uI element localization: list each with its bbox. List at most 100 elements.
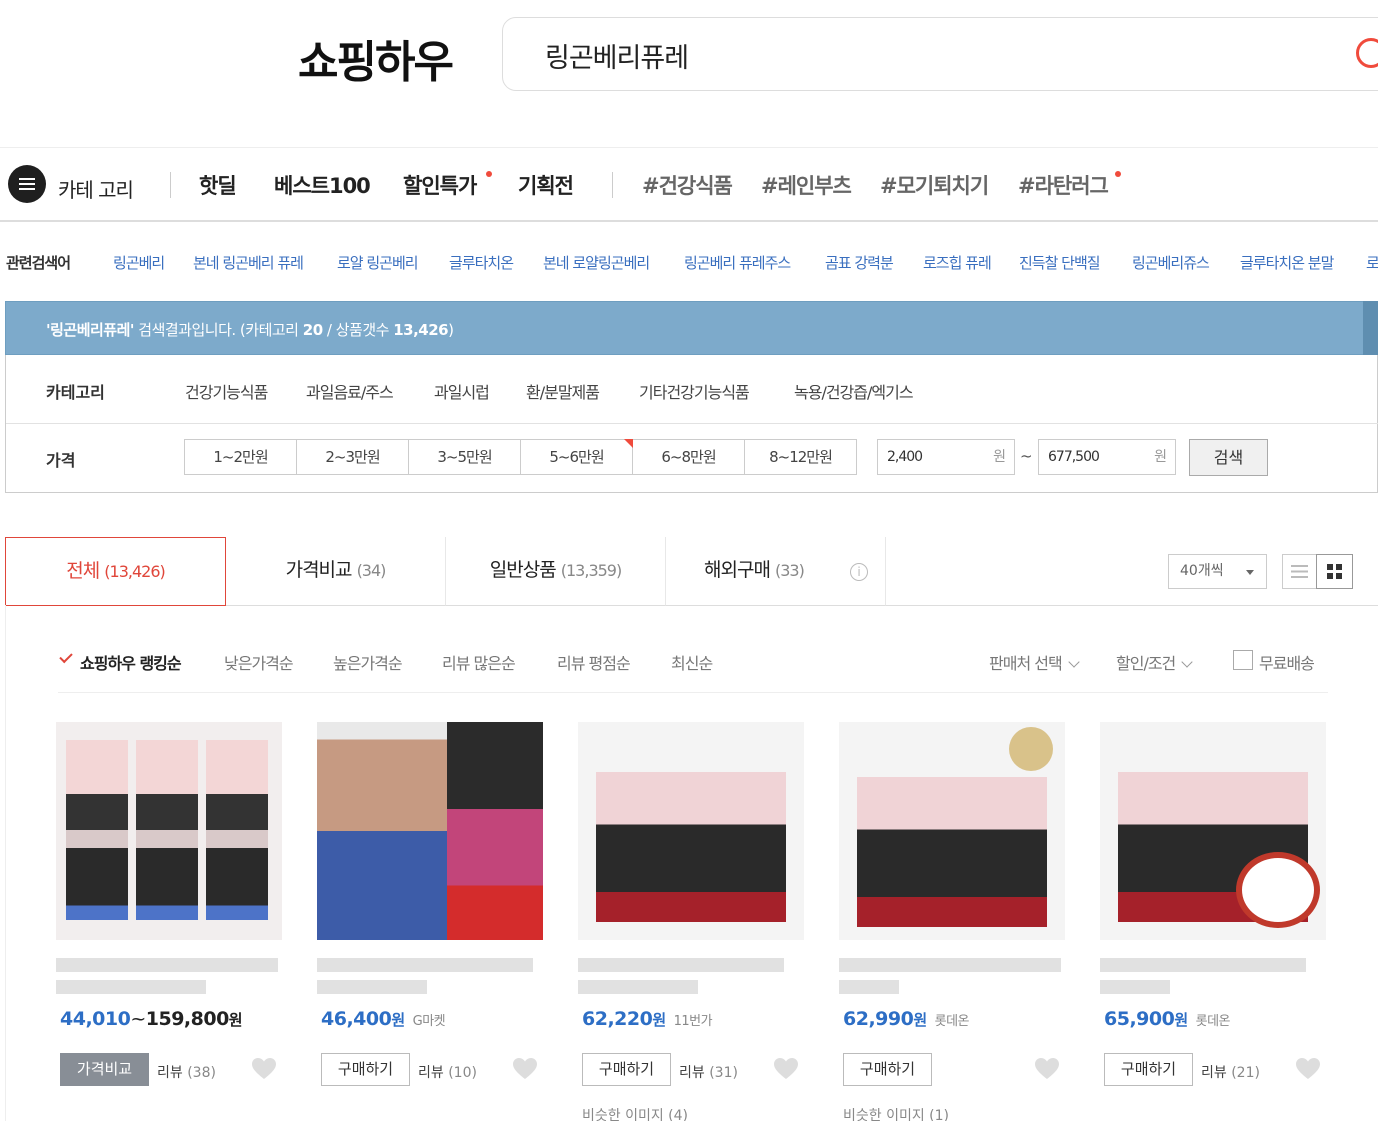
sort-most-reviews[interactable]: 리뷰 많은순 [442,650,516,674]
search-icon[interactable] [1356,38,1378,68]
product-image[interactable] [578,722,804,940]
product-image-pack [66,740,128,920]
info-icon[interactable]: i [850,563,868,581]
view-grid-button[interactable] [1316,554,1353,589]
product-name-blurred[interactable] [839,958,1061,972]
nav-best100[interactable]: 베스트100 [274,170,371,200]
seller-filter-dropdown[interactable]: 판매처 선택 [989,650,1080,674]
nav-discount[interactable]: 할인특가 [403,170,477,200]
menu-icon[interactable] [8,165,46,203]
tab-price-compare[interactable]: 가격비교 (34) [226,537,446,606]
price-min-input[interactable]: 2,400 원 [877,439,1015,475]
heart-icon[interactable] [252,1058,276,1080]
related-keyword[interactable]: 본네 로얄링곤베리 [543,252,650,273]
product-name-blurred[interactable] [1100,958,1306,972]
price-range-button[interactable]: 2~3만원 [296,439,409,475]
sort-ranking[interactable]: 쇼핑하우 랭킹순 [80,650,182,674]
sort-high-price[interactable]: 높은가격순 [333,650,403,674]
price-value: 62,220 [582,1008,653,1030]
product-card[interactable]: 65,900원 롯데온 구매하기 리뷰 (21) [1100,722,1326,1121]
sort-review-rating[interactable]: 리뷰 평점순 [557,650,631,674]
heart-icon[interactable] [1035,1058,1059,1080]
site-logo[interactable]: 쇼핑하우 [298,26,454,90]
filter-category-label: 카테고리 [46,383,105,402]
price-max-input[interactable]: 677,500 원 [1038,439,1176,475]
product-name-blurred[interactable] [56,980,206,994]
product-image[interactable] [839,722,1065,940]
related-keyword[interactable]: 로 [1366,252,1378,273]
filter-category-item[interactable]: 환/분말제품 [526,379,600,403]
price-range-button[interactable]: 8~12만원 [744,439,857,475]
product-price: 65,900원 롯데온 [1104,1008,1231,1030]
product-image-pack [136,740,198,920]
product-name-blurred[interactable] [578,958,784,972]
price-compare-button[interactable]: 가격비교 [60,1053,149,1086]
similar-images-link[interactable]: 비슷한 이미지 (4) [582,1105,688,1121]
nav-hotdeal[interactable]: 핫딜 [199,170,237,200]
review-link[interactable]: 리뷰 (21) [1201,1062,1260,1082]
related-keyword[interactable]: 로얄 링곤베리 [337,252,419,273]
filter-category-item[interactable]: 과일시럽 [434,379,490,403]
sort-latest[interactable]: 최신순 [671,650,713,674]
review-link[interactable]: 리뷰 (38) [157,1062,216,1082]
price-range-button[interactable]: 5~6만원 [520,439,633,475]
product-image[interactable] [56,722,282,940]
related-keyword[interactable]: 글루타치온 [449,252,514,273]
product-name-blurred[interactable] [1100,980,1170,994]
price-range-button[interactable]: 3~5만원 [408,439,521,475]
sort-low-price[interactable]: 낮은가격순 [224,650,294,674]
recommend-marker-icon [624,439,633,448]
heart-icon[interactable] [774,1058,798,1080]
nav-tag-mosquito[interactable]: #모기퇴치기 [880,170,989,200]
nav-tag-rainboots[interactable]: #레인부츠 [761,170,852,200]
buy-button[interactable]: 구매하기 [321,1053,410,1086]
related-keyword[interactable]: 글루타치온 분말 [1240,252,1334,273]
category-menu-label[interactable]: 카테 고리 [58,174,134,203]
related-keyword[interactable]: 진득찰 단백질 [1019,252,1101,273]
product-name-blurred[interactable] [317,980,427,994]
product-name-blurred[interactable] [839,980,899,994]
heart-icon[interactable] [513,1058,537,1080]
filter-category-item[interactable]: 과일음료/주스 [306,379,394,403]
review-link[interactable]: 리뷰 (10) [418,1062,477,1082]
nav-exhibition[interactable]: 기획전 [518,170,574,200]
price-range-button[interactable]: 1~2만원 [184,439,297,475]
nav-tag-rattan[interactable]: #라탄러그 [1018,170,1109,200]
product-card[interactable]: 62,990원 롯데온 구매하기 비슷한 이미지 (1) [839,722,1065,1121]
filter-category-item[interactable]: 건강기능식품 [185,379,268,403]
product-name-blurred[interactable] [317,958,533,972]
filter-category-item[interactable]: 기타건강기능식품 [639,379,750,403]
heart-icon[interactable] [1296,1058,1320,1080]
buy-button[interactable]: 구매하기 [843,1053,932,1086]
tab-general[interactable]: 일반상품 (13,359) [446,537,666,606]
product-card[interactable]: 44,010~159,800원 가격비교 리뷰 (38) [56,722,282,1121]
price-search-button[interactable]: 검색 [1189,439,1268,476]
nav-tag-health[interactable]: #건강식품 [642,170,733,200]
related-keyword[interactable]: 본네 링곤베리 퓨레 [193,252,304,273]
related-keyword[interactable]: 링곤베리 퓨레주스 [684,252,791,273]
related-keyword[interactable]: 링곤베리쥬스 [1132,252,1210,273]
search-query-text[interactable]: 링곤베리퓨레 [545,36,689,75]
product-image[interactable] [317,722,543,940]
discount-filter-dropdown[interactable]: 할인/조건 [1116,650,1193,674]
per-page-select[interactable]: 40개씩 [1168,554,1267,589]
tab-all[interactable]: 전체 (13,426) [5,537,226,606]
product-name-blurred[interactable] [578,980,698,994]
related-keyword[interactable]: 링곤베리 [113,252,165,273]
view-list-button[interactable] [1282,554,1317,589]
product-card[interactable]: 46,400원 G마켓 구매하기 리뷰 (10) [317,722,543,1121]
similar-images-link[interactable]: 비슷한 이미지 (1) [843,1105,949,1121]
related-keyword[interactable]: 곰표 강력분 [825,252,894,273]
review-link[interactable]: 리뷰 (31) [679,1062,738,1082]
related-keyword[interactable]: 로즈힙 퓨레 [923,252,992,273]
free-shipping-label[interactable]: 무료배송 [1259,650,1315,674]
product-name-blurred[interactable] [56,958,278,972]
product-image[interactable] [1100,722,1326,940]
buy-button[interactable]: 구매하기 [582,1053,671,1086]
price-range-button[interactable]: 6~8만원 [632,439,745,475]
free-shipping-checkbox[interactable] [1233,650,1253,670]
result-summary: '링곤베리퓨레' 검색결과입니다. (카테고리 20 / 상품갯수 13,426… [46,319,454,340]
filter-category-item[interactable]: 녹용/건강즙/엑기스 [794,379,914,403]
buy-button[interactable]: 구매하기 [1104,1053,1193,1086]
product-card[interactable]: 62,220원 11번가 구매하기 리뷰 (31) 비슷한 이미지 (4) [578,722,804,1121]
